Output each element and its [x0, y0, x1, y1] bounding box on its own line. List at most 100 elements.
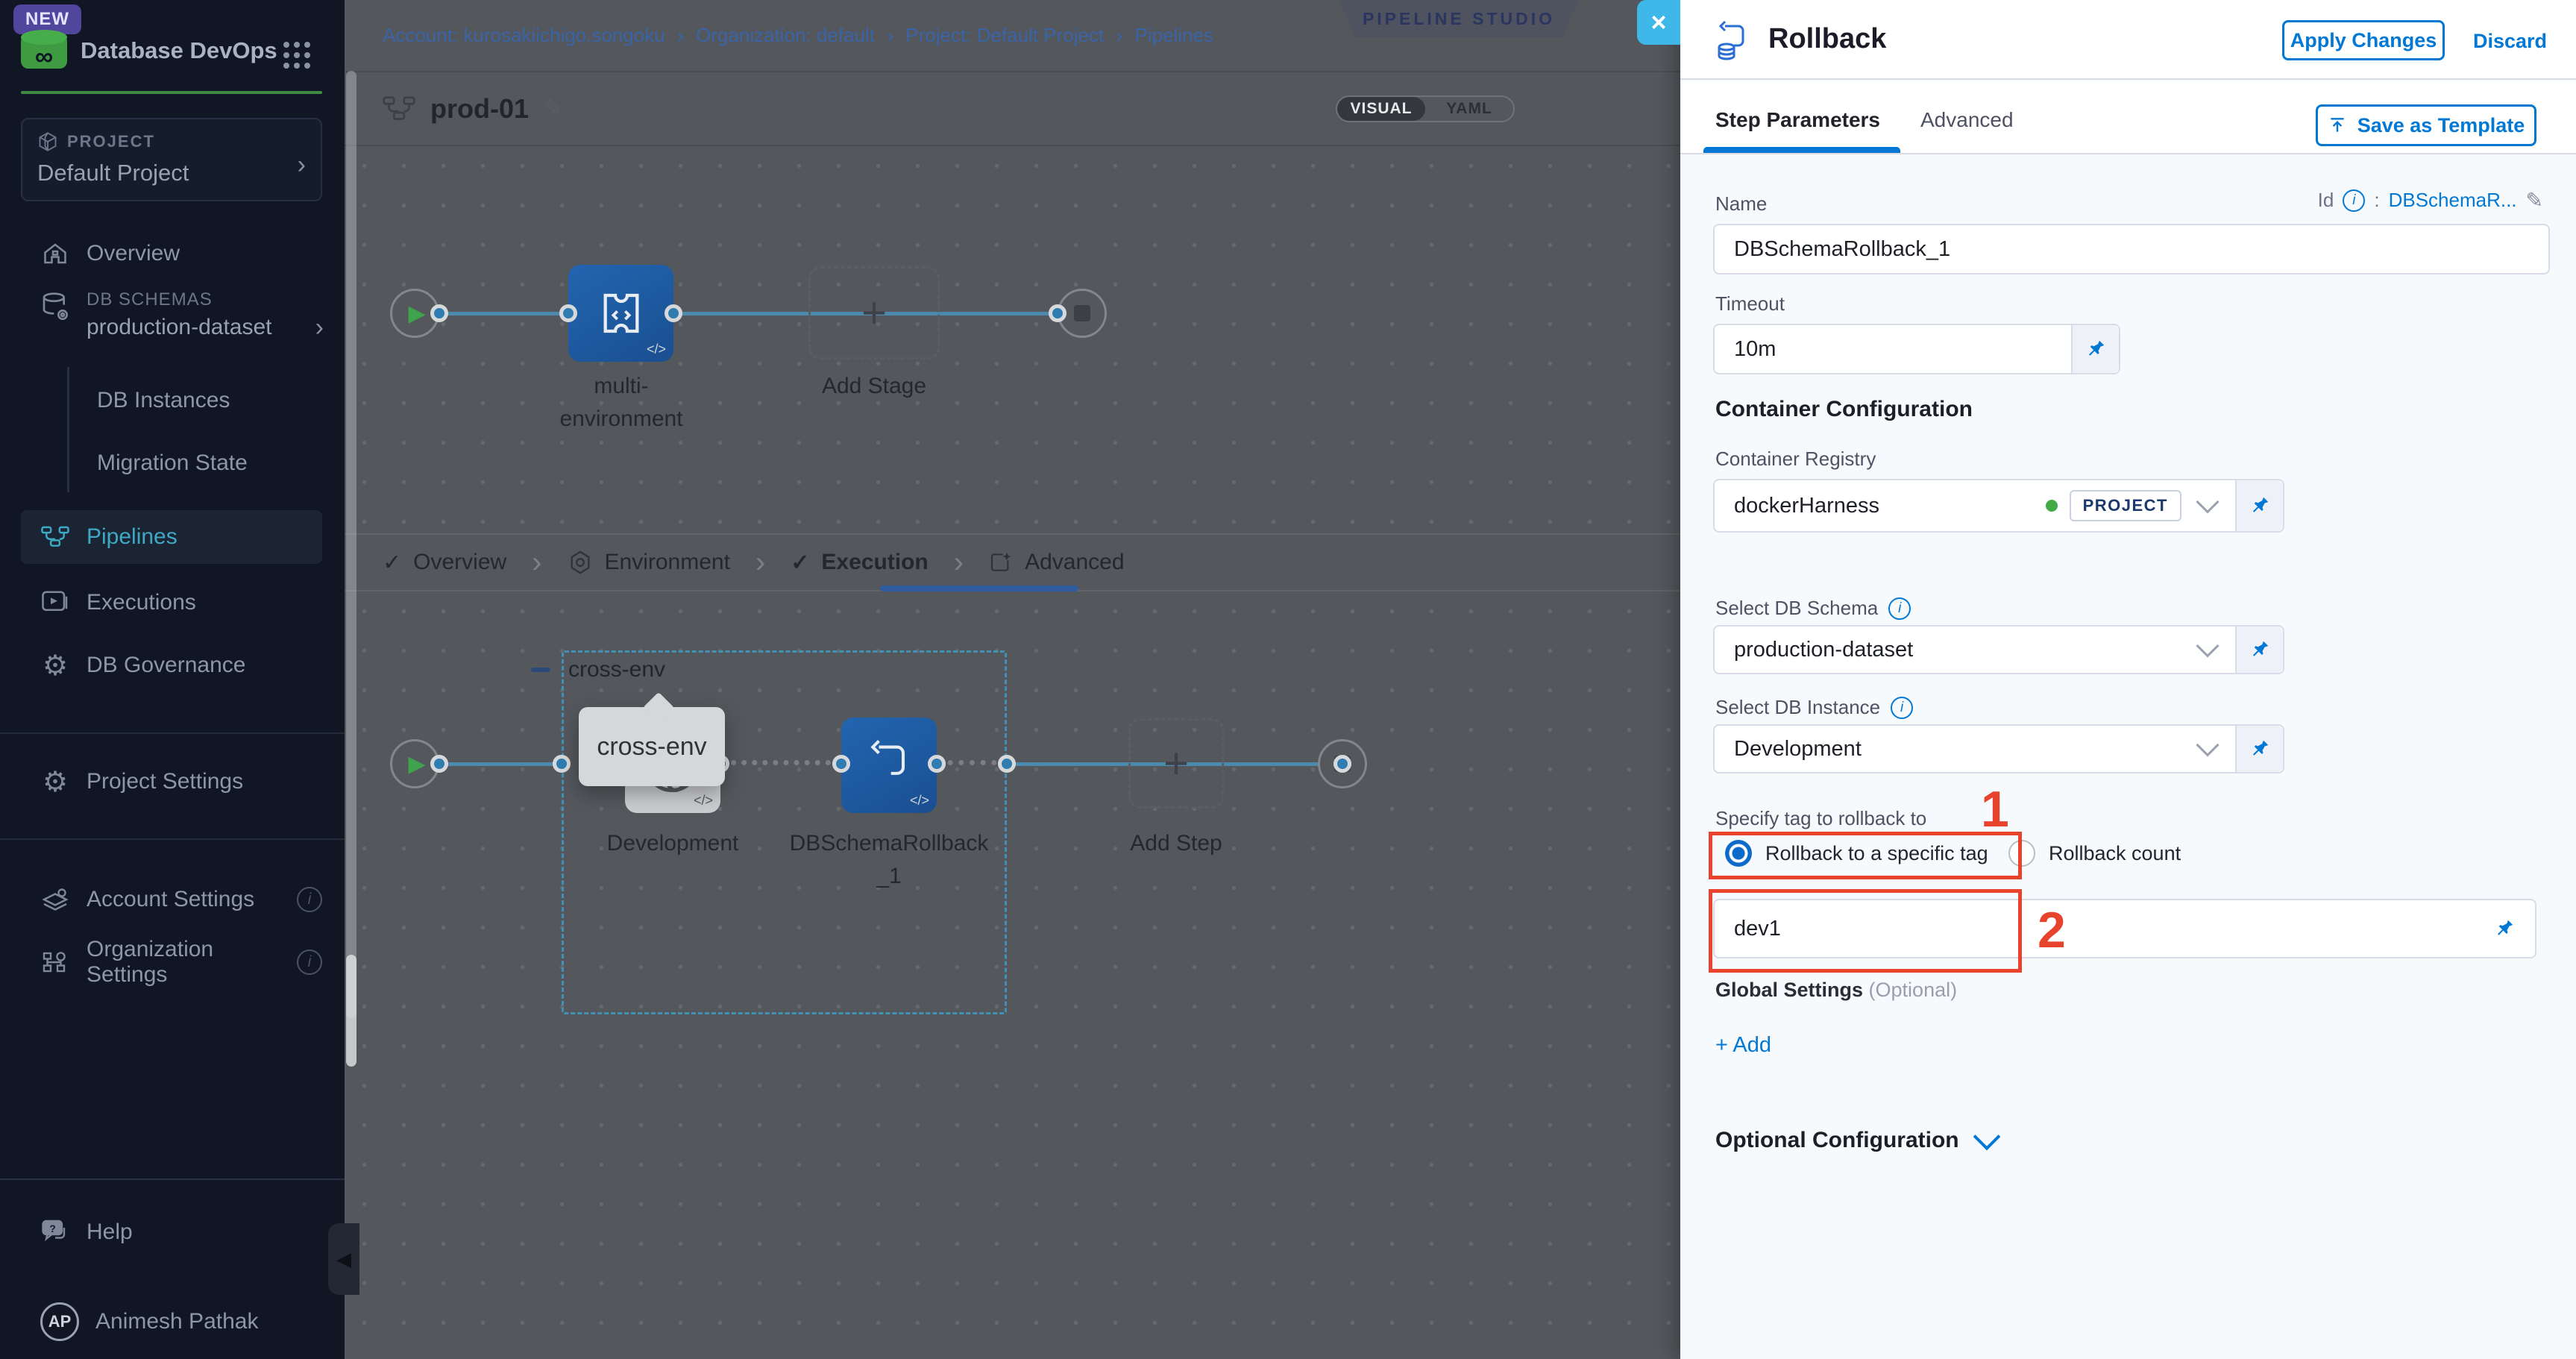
input-type-pin-button[interactable] — [2235, 480, 2283, 531]
input-type-pin-button[interactable] — [2071, 325, 2119, 373]
name-label: Name — [1715, 192, 1767, 216]
divider — [0, 732, 345, 734]
sidebar-item-db-instances[interactable]: DB Instances — [97, 388, 230, 413]
sidebar-item-organization-settings[interactable]: Organization Settings i — [21, 935, 322, 989]
advanced-icon — [989, 550, 1013, 574]
breadcrumb-account[interactable]: Account: kurosakiichigo.songoku — [383, 24, 665, 47]
sidebar-item-db-schemas[interactable]: DB SCHEMAS production-dataset — [40, 289, 272, 340]
sidebar-item-account-settings[interactable]: Account Settings i — [21, 873, 322, 926]
stage-node-multi-environment[interactable]: </> — [568, 265, 673, 362]
toggle-visual[interactable]: VISUAL — [1337, 97, 1425, 121]
plus-icon: + — [1163, 738, 1189, 788]
input-type-pin-button[interactable] — [2235, 726, 2283, 772]
tab-step-parameters[interactable]: Step Parameters — [1715, 108, 1880, 132]
connector-port — [1049, 304, 1066, 322]
sidebar-item-overview[interactable]: Overview — [21, 227, 322, 280]
collapse-dash-icon[interactable] — [531, 668, 550, 672]
chevron-down-icon — [1973, 1123, 2000, 1151]
edit-id-pencil-icon[interactable]: ✎ — [2526, 188, 2543, 213]
home-icon — [40, 240, 70, 267]
panel-title: Rollback — [1768, 23, 1886, 55]
cube-icon — [37, 131, 58, 152]
db-instance-label: Select DB Instance i — [1715, 696, 1913, 719]
add-global-setting-link[interactable]: + Add — [1715, 1033, 1771, 1058]
radio-rollback-count[interactable]: Rollback count — [2008, 840, 2181, 867]
sidebar-item-executions[interactable]: Executions — [21, 576, 322, 630]
module-grid-icon[interactable] — [283, 42, 289, 48]
tab-execution[interactable]: ✓ Execution — [791, 550, 929, 576]
info-icon: i — [1888, 597, 1911, 620]
breadcrumb-pipelines[interactable]: Pipelines — [1134, 24, 1213, 47]
stage-label: multi-environment — [554, 370, 688, 436]
project-selector[interactable]: PROJECT Default Project › — [21, 118, 322, 201]
info-icon: i — [2343, 189, 2365, 212]
divider — [21, 91, 322, 94]
sidebar-item-help[interactable]: ? Help — [21, 1205, 322, 1259]
add-step-label: Add Step — [1094, 827, 1258, 860]
user-profile[interactable]: AP Animesh Pathak — [21, 1292, 322, 1352]
close-panel-button[interactable]: × — [1637, 0, 1680, 45]
sidebar-item-pipelines[interactable]: Pipelines — [21, 510, 322, 564]
sidebar-item-db-governance[interactable]: ⚙ DB Governance — [21, 638, 322, 692]
discard-button[interactable]: Discard — [2473, 30, 2547, 53]
stage-graph: ▶ </> multi-environment + Add Stage — [345, 146, 1680, 533]
tab-advanced[interactable]: Advanced — [989, 550, 1124, 575]
connector-line — [415, 312, 1082, 316]
breadcrumb-organization[interactable]: Organization: default — [696, 24, 875, 47]
info-icon: i — [1891, 697, 1913, 719]
active-tab-indicator — [1703, 147, 1900, 153]
toggle-yaml[interactable]: YAML — [1425, 97, 1513, 121]
canvas-scrollbar[interactable] — [346, 71, 356, 1018]
chevron-separator-icon: › — [677, 24, 684, 48]
rollback-step-icon — [1713, 19, 1752, 60]
step-node-rollback[interactable]: </> — [841, 718, 937, 813]
scope-badge: PROJECT — [2070, 490, 2181, 521]
connector-port — [430, 304, 448, 322]
edit-pencil-icon[interactable]: ✎ — [544, 95, 562, 122]
divider — [0, 838, 345, 840]
step-id-value: DBSchemaR... — [2389, 189, 2517, 212]
tab-overview[interactable]: ✓ Overview — [383, 550, 506, 576]
pipeline-icon — [383, 95, 415, 122]
container-configuration-heading: Container Configuration — [1715, 397, 1973, 422]
database-devops-logo-icon: ∞ — [21, 30, 67, 73]
tab-environment[interactable]: Environment — [568, 550, 730, 575]
input-type-pin-button[interactable] — [2235, 627, 2283, 673]
help-chat-icon: ? — [40, 1220, 70, 1245]
annotation-box-1 — [1709, 832, 2022, 879]
db-schema-select[interactable]: production-dataset — [1713, 625, 2284, 674]
chevron-right-icon: › — [298, 151, 306, 180]
sidebar-collapse-button[interactable]: ◀ — [328, 1223, 359, 1295]
db-schema-icon — [40, 289, 70, 325]
chevron-separator-icon: › — [954, 546, 964, 580]
connector-port — [832, 755, 850, 773]
active-tab-indicator — [880, 586, 1078, 591]
panel-tabs: Step Parameters Advanced Save as Templat… — [1680, 81, 2576, 154]
chevron-down-icon — [2196, 733, 2219, 756]
chevron-separator-icon: › — [532, 546, 541, 580]
name-input[interactable]: DBSchemaRollback_1 — [1713, 224, 2550, 274]
save-as-template-button[interactable]: Save as Template — [2316, 104, 2536, 146]
plus-icon: + — [861, 288, 887, 338]
cross-env-tooltip: cross-env — [579, 707, 725, 786]
info-icon: i — [297, 887, 322, 912]
app-root: NEW ∞ Database DevOps PROJECT Default Pr… — [0, 0, 2576, 1359]
play-icon: ▶ — [408, 301, 425, 327]
executions-icon — [40, 591, 70, 615]
tab-advanced-panel[interactable]: Advanced — [1920, 108, 2014, 132]
add-stage-button[interactable]: + — [808, 266, 940, 360]
pipelines-icon — [40, 525, 70, 549]
timeout-input[interactable]: 10m — [1713, 324, 2120, 374]
apply-changes-button[interactable]: Apply Changes — [2282, 20, 2445, 60]
add-step-button[interactable]: + — [1128, 718, 1224, 809]
db-instance-select[interactable]: Development — [1713, 724, 2284, 773]
rollback-step-panel: Rollback Apply Changes Discard Step Para… — [1680, 0, 2576, 1359]
specify-tag-label: Specify tag to rollback to — [1715, 807, 1926, 830]
container-registry-select[interactable]: dockerHarness PROJECT — [1713, 479, 2284, 533]
sidebar-item-migration-state[interactable]: Migration State — [97, 451, 248, 476]
sidebar-item-project-settings[interactable]: ⚙ Project Settings — [21, 755, 322, 809]
connector-port — [928, 755, 946, 773]
optional-configuration-toggle[interactable]: Optional Configuration — [1715, 1128, 1997, 1153]
layers-icon — [40, 887, 70, 912]
breadcrumb-project[interactable]: Project: Default Project — [905, 24, 1104, 47]
